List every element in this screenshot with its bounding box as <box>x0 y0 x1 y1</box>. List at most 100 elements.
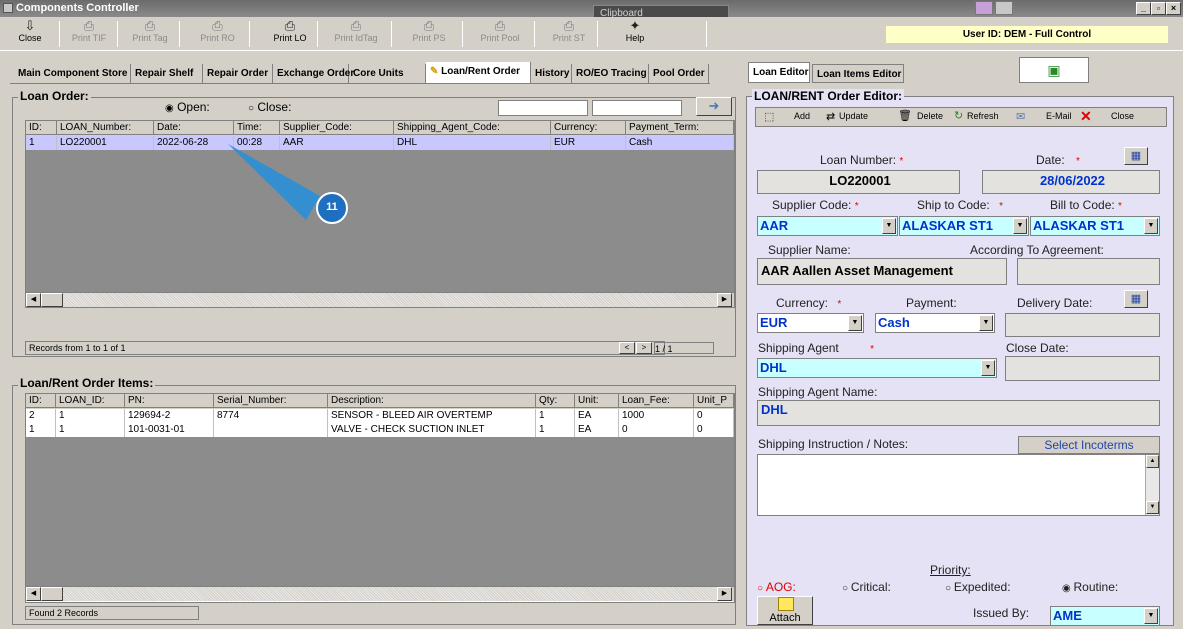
delete-button[interactable]: Delete <box>917 111 943 121</box>
print-pool-button[interactable]: ⎙ Print Pool <box>465 19 535 49</box>
table-cell: EUR <box>551 136 626 150</box>
tab-history[interactable]: History <box>531 64 572 83</box>
column-header[interactable]: LOAN_ID: <box>56 394 125 408</box>
table-row[interactable]: 1 1 101-0031-01 VALVE - CHECK SUCTION INLET… <box>26 423 734 437</box>
attach-button[interactable]: Attach <box>757 596 813 625</box>
chevron-down-icon[interactable]: ▼ <box>979 315 993 331</box>
column-header[interactable]: Shipping_Agent_Code: <box>394 121 551 135</box>
column-header[interactable]: Currency: <box>551 121 626 135</box>
close-button[interactable]: ⇩ Close <box>0 19 60 49</box>
chevron-down-icon[interactable]: ▼ <box>848 315 862 331</box>
priority-radio-routine[interactable]: ◉ Routine: <box>1062 580 1118 594</box>
next-page-button[interactable]: > <box>636 342 652 354</box>
tab-main-component-store[interactable]: Main Component Store <box>14 64 131 83</box>
tab-repair-shelf[interactable]: Repair Shelf <box>131 64 203 83</box>
priority-option-label: Routine: <box>1073 580 1119 594</box>
payment-select[interactable]: Cash ▼ <box>875 313 995 333</box>
column-header[interactable]: Payment_Term: <box>626 121 734 135</box>
email-button[interactable]: E-Mail <box>1046 111 1072 121</box>
chevron-down-icon[interactable]: ▼ <box>882 218 896 234</box>
bill-to-select[interactable]: ALASKAR ST1 ▼ <box>1030 216 1160 236</box>
column-header[interactable]: Unit_P <box>694 394 734 408</box>
priority-radio-aog[interactable]: ○ AOG: <box>757 580 796 594</box>
close-window-button[interactable]: × <box>1166 2 1181 15</box>
tab-repair-order[interactable]: Repair Order <box>203 64 273 83</box>
column-header[interactable]: Date: <box>154 121 234 135</box>
minimize-button[interactable]: _ <box>1136 2 1151 15</box>
agreement-field[interactable] <box>1017 258 1160 285</box>
tab-pool-order[interactable]: Pool Order <box>649 64 709 83</box>
table-row[interactable]: 2 1 129694-2 8774 SENSOR - BLEED AIR OVERTEM… <box>26 409 734 423</box>
clipboard-paste-icon[interactable]: ▣ <box>1019 57 1089 83</box>
loan-order-hscrollbar[interactable]: ◀ ▶ <box>26 292 734 307</box>
currency-select[interactable]: EUR ▼ <box>757 313 864 333</box>
filter-close-radio[interactable]: ○ Close: <box>248 100 291 114</box>
chevron-down-icon[interactable]: ▼ <box>1144 608 1158 624</box>
select-incoterms-button[interactable]: Select Incoterms <box>1018 436 1160 454</box>
chevron-down-icon[interactable]: ▼ <box>981 360 995 376</box>
column-header[interactable]: ID: <box>26 394 56 408</box>
loan-number-field[interactable]: LO220001 <box>757 170 960 194</box>
print-ro-button[interactable]: ⎙ Print RO <box>185 19 250 49</box>
delivery-date-field[interactable] <box>1005 313 1160 337</box>
table-cell: Cash <box>626 136 734 150</box>
priority-radio-expedited[interactable]: ○ Expedited: <box>945 580 1011 594</box>
ship-to-select[interactable]: ALASKAR ST1 ▼ <box>899 216 1029 236</box>
column-header[interactable]: Qty: <box>536 394 575 408</box>
print-tag-button[interactable]: ⎙ Print Tag <box>120 19 180 49</box>
tab-label: History <box>535 68 570 79</box>
help-button[interactable]: ✦ Help <box>600 19 670 49</box>
tray-icon[interactable] <box>975 1 993 15</box>
date-calendar-icon[interactable]: ▦ <box>1124 147 1148 165</box>
close-editor-button[interactable]: Close <box>1111 111 1134 121</box>
date-field[interactable]: 28/06/2022 <box>982 170 1160 194</box>
maximize-button[interactable]: ▫ <box>1151 2 1166 15</box>
print-tif-button[interactable]: ⎙ Print TIF <box>60 19 118 49</box>
close-date-field[interactable] <box>1005 356 1160 381</box>
table-row[interactable]: 1 LO220001 2022-06-28 00:28 AAR DHL EUR Cash <box>26 136 734 150</box>
column-header[interactable]: Time: <box>234 121 280 135</box>
tab-exchange-order[interactable]: Exchange Order <box>273 64 354 83</box>
print-lo-button[interactable]: ⎙ Print LO <box>262 19 318 49</box>
column-header[interactable]: Unit: <box>575 394 619 408</box>
chevron-down-icon[interactable]: ▼ <box>1144 218 1158 234</box>
shipping-agent-name-field[interactable]: DHL <box>757 400 1160 426</box>
tab-ro-eo-tracing[interactable]: RO/EO Tracing <box>572 64 649 83</box>
table-cell: 0 <box>694 409 734 423</box>
update-icon: ⇄ <box>826 111 836 123</box>
items-hscrollbar[interactable]: ◀ ▶ <box>26 586 734 601</box>
shipping-agent-select[interactable]: DHL ▼ <box>757 358 997 378</box>
tab-loan-rent-order[interactable]: ✎ Loan/Rent Order <box>426 62 531 83</box>
delivery-calendar-icon[interactable]: ▦ <box>1124 290 1148 308</box>
column-header[interactable]: Serial_Number: <box>214 394 328 408</box>
prev-page-button[interactable]: < <box>619 342 635 354</box>
column-header[interactable]: ID: <box>26 121 57 135</box>
notes-textarea[interactable]: ▲ ▼ <box>757 454 1160 516</box>
print-st-button[interactable]: ⎙ Print ST <box>540 19 598 49</box>
filter-open-radio[interactable]: ◉ Open: <box>165 100 210 114</box>
column-header[interactable]: Loan_Fee: <box>619 394 694 408</box>
print-idtag-button[interactable]: ⎙ Print IdTag <box>320 19 392 49</box>
filter-input-1[interactable] <box>498 100 588 116</box>
column-header[interactable]: LOAN_Number: <box>57 121 154 135</box>
supplier-code-select[interactable]: AAR ▼ <box>757 216 898 236</box>
search-arrow-button[interactable]: ➜ <box>696 97 732 116</box>
priority-radio-critical[interactable]: ○ Critical: <box>842 580 891 594</box>
column-header[interactable]: PN: <box>125 394 214 408</box>
print-ps-button[interactable]: ⎙ Print PS <box>395 19 463 49</box>
tab-loan-items-editor[interactable]: Loan Items Editor <box>812 64 904 83</box>
issued-by-select[interactable]: AME ▼ <box>1050 606 1160 626</box>
tray-icon-2[interactable] <box>995 1 1013 15</box>
tab-loan-editor[interactable]: Loan Editor <box>748 62 810 83</box>
notes-scrollbar[interactable]: ▲ ▼ <box>1145 455 1159 515</box>
refresh-button[interactable]: Refresh <box>967 111 999 121</box>
chevron-down-icon[interactable]: ▼ <box>1013 218 1027 234</box>
tab-core-units[interactable]: Core Units <box>349 64 426 83</box>
column-header[interactable]: Supplier_Code: <box>280 121 394 135</box>
filter-input-2[interactable] <box>592 100 682 116</box>
supplier-name-field[interactable]: AAR Aallen Asset Management <box>757 258 1007 285</box>
add-button[interactable]: Add <box>794 111 810 121</box>
toolbar-label: Print IdTag <box>334 33 378 43</box>
column-header[interactable]: Description: <box>328 394 536 408</box>
update-button[interactable]: Update <box>839 111 868 121</box>
